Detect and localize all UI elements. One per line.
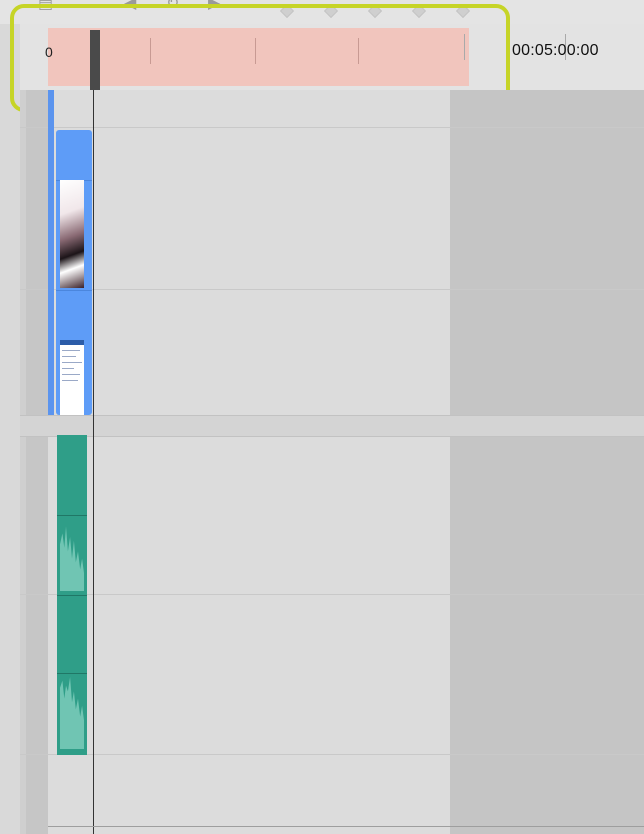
audio-waveform <box>60 677 84 749</box>
video-audio-divider[interactable] <box>20 415 644 437</box>
playhead-line[interactable] <box>93 90 94 834</box>
thumbnail-line <box>62 368 74 369</box>
thumbnail-line <box>62 374 80 375</box>
thumbnail-line <box>62 380 78 381</box>
track-divider <box>20 754 644 755</box>
ruler-time-label: 00:05:00:00 <box>512 42 599 59</box>
video-track-strip <box>48 90 54 415</box>
thumbnail-line <box>62 356 76 357</box>
audio-clip[interactable] <box>57 435 87 755</box>
video-thumbnail <box>60 340 84 415</box>
track-divider <box>20 289 644 290</box>
clip-separator <box>57 595 87 596</box>
video-clip[interactable] <box>56 130 92 415</box>
track-divider <box>20 127 644 128</box>
video-thumbnail <box>60 180 84 288</box>
thumbnail-line <box>62 350 80 351</box>
clip-separator <box>57 673 87 674</box>
clip-separator <box>56 290 92 291</box>
timeline-active-area[interactable] <box>48 90 450 834</box>
timeline-out-of-range-area[interactable] <box>450 90 644 834</box>
thumbnail-header-bar <box>60 340 84 345</box>
track-header-inner <box>26 90 48 834</box>
timeline-bottom-border <box>48 826 644 827</box>
clip-separator <box>57 515 87 516</box>
track-divider <box>20 594 644 595</box>
audio-waveform <box>60 526 84 591</box>
thumbnail-line <box>62 362 82 363</box>
